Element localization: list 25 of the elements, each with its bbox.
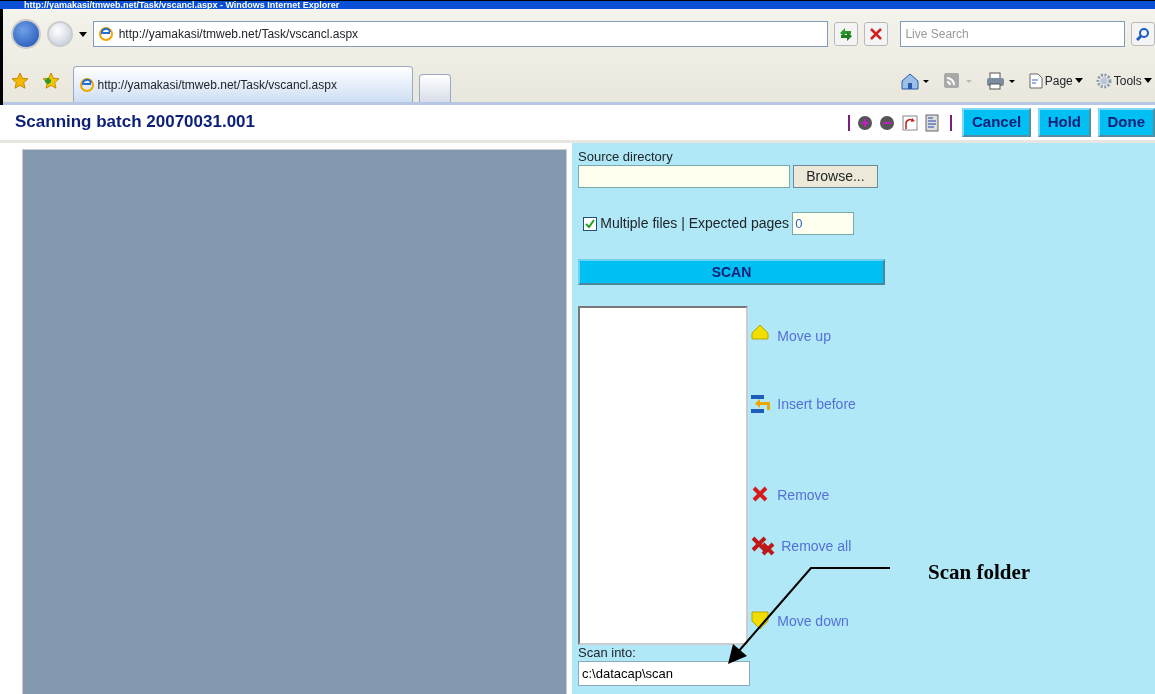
remove-link[interactable]: Remove (777, 485, 830, 506)
window-title: http://yamakasi/tmweb.net/Task/vscancl.aspx - Windows Internet Explorer (23, 1, 341, 9)
scan-into-label: Scan into: (578, 645, 637, 661)
browse-button[interactable]: Browse... (793, 165, 878, 188)
browser-tab[interactable]: http://yamakasi/tmweb.net/Task/vscancl.aspx (72, 66, 413, 102)
tab-title: http://yamakasi/tmweb.net/Task/vscancl.aspx (97, 76, 337, 94)
scan-into-field[interactable]: c:\datacap\scan (578, 661, 750, 686)
move-up-link[interactable]: Move up (777, 326, 831, 347)
multiple-files-label: Multiple files | Expected pages (600, 214, 790, 233)
url-text: http://yamakasi/tmweb.net/Task/vscancl.aspx (118, 26, 359, 43)
cancel-button[interactable]: Cancel (961, 108, 1032, 137)
hold-button[interactable]: Hold (1037, 108, 1091, 137)
remove-all-link[interactable]: Remove all (781, 536, 852, 557)
insert-before-link[interactable]: Insert before (777, 394, 856, 415)
search-field[interactable]: Live Search (900, 21, 1126, 47)
tools-menu[interactable]: Tools (1095, 71, 1152, 90)
scan-button[interactable]: SCAN (578, 259, 885, 285)
page-menu[interactable]: Page (1028, 71, 1083, 90)
done-button[interactable]: Done (1097, 108, 1155, 137)
source-label: Source directory (578, 149, 674, 165)
annotation-text: Scan folder (928, 559, 1031, 586)
expected-pages-field[interactable]: 0 (792, 212, 855, 235)
address-bar[interactable]: http://yamakasi/tmweb.net/Task/vscancl.aspx (92, 21, 829, 47)
page-title: Scanning batch 20070031.001 (15, 112, 256, 133)
move-down-link[interactable]: Move down (777, 611, 849, 632)
